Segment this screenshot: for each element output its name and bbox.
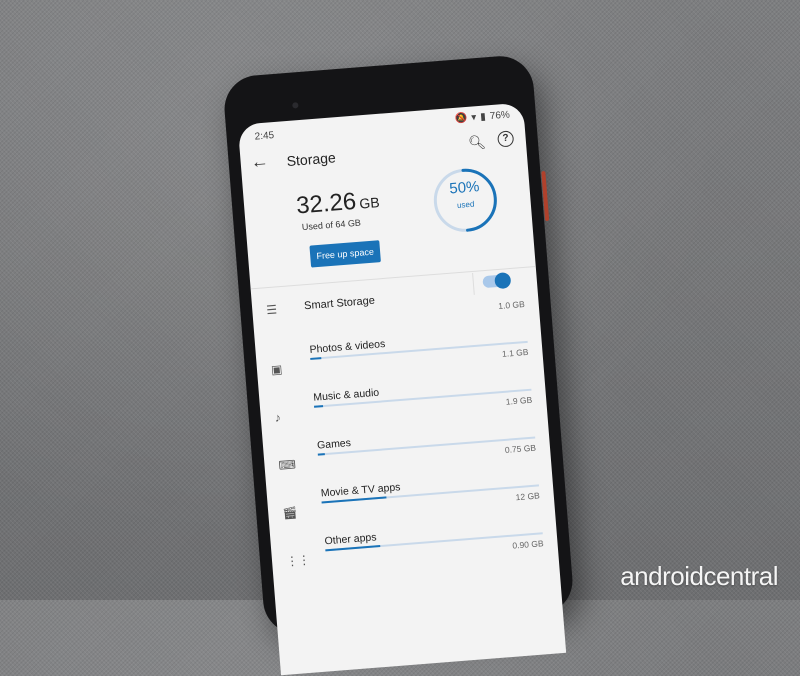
status-icons: 🔕 ▾ ▮ 76% [455,110,511,125]
front-camera [292,102,299,109]
apps-icon: ⋮⋮ [285,552,311,569]
category-size: 0.90 GB [512,538,544,551]
mute-icon: 🔕 [454,112,468,125]
category-name: Games [316,437,352,452]
storage-list-icon: ☰ [265,302,278,318]
toggle-knob [494,271,512,290]
games-icon: ⌨ [278,457,297,473]
status-time: 2:45 [254,130,275,143]
used-amount: 32.26 GB [295,186,380,220]
page-title: Storage [286,149,337,170]
category-size: 0.75 GB [504,442,537,455]
storage-screen: 2:45 🔕 ▾ ▮ 76% ← Storage 🔍︎ ? 32.26 GB Us… [237,102,567,676]
wifi-icon: ▾ [470,112,477,124]
music-icon: ♪ [274,410,282,425]
watermark-logo: androidcentral [620,561,778,591]
help-icon[interactable]: ? [497,130,515,148]
category-bar-fill [317,453,325,456]
smart-storage-label: Smart Storage [303,294,376,313]
movies-icon: 🎬︎ [281,505,299,521]
category-size: 1.0 GB [497,298,526,312]
category-size: 12 GB [515,490,541,503]
category-row[interactable]: 12 GB Movie & TV apps 🎬︎ [268,481,553,520]
category-row[interactable]: 1.0 GB [253,298,538,320]
smart-storage-toggle[interactable] [482,271,512,290]
used-caption: Used of 64 GB [301,217,362,233]
battery-icon: ▮ [479,111,487,123]
photos-icon: ▣ [270,362,283,378]
category-row[interactable]: 0.75 GB Games ⌨ [264,436,549,473]
category-bar-fill [314,405,323,408]
toggle-separator [472,272,475,295]
used-value: 32.26 [295,187,358,220]
category-row[interactable]: 0.90 GB Other apps ⋮⋮ [272,531,557,568]
category-row[interactable]: 1.1 GB Photos & videos ▣ [257,338,542,377]
used-unit: GB [358,194,381,212]
phone: 2:45 🔕 ▾ ▮ 76% ← Storage 🔍︎ ? 32.26 GB Us… [222,53,575,676]
battery-percent: 76% [489,109,511,123]
category-row[interactable]: 1.9 GB Music & audio ♪ [261,387,546,425]
free-up-space-button[interactable]: Free up space [309,240,381,268]
power-button [541,170,550,222]
category-bar-fill [310,357,322,360]
category-size: 1.1 GB [501,346,529,359]
back-icon[interactable]: ← [250,151,270,173]
category-size: 1.9 GB [505,394,533,407]
search-icon[interactable]: 🔍︎ [467,134,486,152]
